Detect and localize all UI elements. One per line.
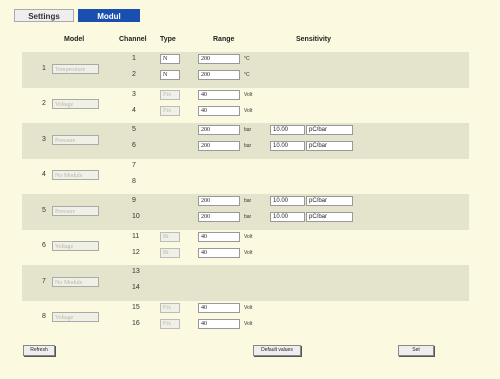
range-unit: °C bbox=[244, 56, 250, 62]
module-block: 8 Voltage 15 Fix 40 Volt 16 Fix 40 Volt bbox=[22, 301, 469, 337]
sensitivity-input[interactable]: 10.00 bbox=[270, 141, 305, 151]
range-input[interactable]: 40 bbox=[198, 105, 240, 116]
module-number: 7 bbox=[42, 277, 46, 285]
sensitivity-input[interactable]: 10.00 bbox=[270, 196, 305, 206]
type-field: Fix bbox=[160, 318, 180, 329]
sensitivity-input[interactable]: 10.00 bbox=[270, 212, 305, 222]
module-number: 8 bbox=[42, 313, 46, 321]
module-number: 2 bbox=[42, 100, 46, 108]
header-range: Range bbox=[213, 36, 235, 43]
range-input[interactable]: 200 bbox=[198, 54, 240, 64]
channel-number: 5 bbox=[132, 126, 136, 133]
module-name-field: Pressure bbox=[52, 205, 99, 216]
sensitivity-unit-field[interactable]: pC/bar bbox=[306, 196, 353, 206]
type-field: Fix bbox=[160, 302, 180, 313]
module-block: 6 Voltage 11 Bi 40 Volt 12 Bi 40 Volt bbox=[22, 230, 469, 266]
channel-number: 14 bbox=[132, 284, 140, 291]
module-name-field: No Module bbox=[52, 276, 99, 287]
range-input[interactable]: 200 bbox=[198, 125, 240, 135]
module-block: 3 Pressure 5 200 bar 10.00 pC/bar 6 200 bar 10.00 p… bbox=[22, 123, 469, 159]
range-input[interactable]: 40 bbox=[198, 231, 240, 242]
range-input[interactable]: 40 bbox=[198, 89, 240, 100]
header-sensitivity: Sensitivity bbox=[296, 36, 332, 43]
range-input[interactable]: 40 bbox=[198, 247, 240, 258]
range-input[interactable]: 200 bbox=[198, 212, 240, 222]
sensitivity-unit-field[interactable]: pC/bar bbox=[306, 125, 353, 135]
header-model: Model bbox=[64, 36, 85, 43]
range-unit: Volt bbox=[244, 107, 253, 114]
tab-modul[interactable]: Modul bbox=[78, 9, 140, 22]
module-name-field: Temperature bbox=[52, 63, 99, 74]
channel-number: 11 bbox=[132, 232, 140, 240]
module-block: 2 Voltage 3 Fix 40 Volt 4 Fix 40 Volt bbox=[22, 88, 469, 124]
module-block: 7 No Module 13 14 bbox=[22, 265, 469, 301]
range-input[interactable]: 200 bbox=[198, 70, 240, 80]
channel-number: 7 bbox=[132, 161, 136, 169]
module-number: 4 bbox=[42, 171, 46, 179]
channel-number: 10 bbox=[132, 213, 140, 220]
header-channel: Channel bbox=[119, 36, 147, 43]
module-name-field: Voltage bbox=[52, 99, 99, 110]
range-input[interactable]: 200 bbox=[198, 196, 240, 206]
channel-number: 4 bbox=[132, 106, 136, 114]
header-type: Type bbox=[160, 36, 176, 43]
type-field: Fix bbox=[160, 89, 180, 100]
channel-number: 2 bbox=[132, 71, 136, 78]
type-field: Fix bbox=[160, 105, 180, 116]
module-name-field: Pressure bbox=[52, 134, 99, 145]
type-field: Bi bbox=[160, 247, 180, 258]
range-unit: Volt bbox=[244, 233, 253, 240]
module-name-field: Voltage bbox=[52, 241, 99, 252]
module-number: 3 bbox=[42, 135, 46, 143]
channel-number: 3 bbox=[132, 90, 136, 98]
range-unit: Volt bbox=[244, 304, 253, 311]
sensitivity-unit-field[interactable]: pC/bar bbox=[306, 141, 353, 151]
range-unit: °C bbox=[244, 72, 250, 78]
range-unit: Volt bbox=[244, 91, 253, 98]
range-unit: Volt bbox=[244, 249, 253, 256]
range-unit: bar bbox=[244, 198, 252, 204]
module-number: 5 bbox=[42, 206, 46, 214]
module-number: 6 bbox=[42, 242, 46, 250]
type-field[interactable]: N bbox=[160, 54, 180, 64]
module-block: 5 Pressure 9 200 bar 10.00 pC/bar 10 200 bar 10.00… bbox=[22, 194, 469, 230]
tab-settings[interactable]: Settings bbox=[14, 9, 74, 22]
channel-number: 15 bbox=[132, 303, 140, 311]
channel-number: 12 bbox=[132, 248, 140, 256]
module-block: 4 No Module 7 8 bbox=[22, 159, 469, 195]
range-unit: bar bbox=[244, 127, 252, 133]
channel-number: 9 bbox=[132, 197, 136, 204]
module-block: 1 Temperature 1 N 200 °C 2 N 200 °C bbox=[22, 52, 469, 88]
type-field: Bi bbox=[160, 231, 180, 242]
module-number: 1 bbox=[42, 64, 46, 72]
range-input[interactable]: 40 bbox=[198, 302, 240, 313]
default-values-button[interactable]: Default values bbox=[253, 345, 301, 356]
tab-bar: Settings Modul bbox=[14, 9, 140, 22]
type-field[interactable]: N bbox=[160, 70, 180, 80]
sensitivity-input[interactable]: 10.00 bbox=[270, 125, 305, 135]
range-input[interactable]: 200 bbox=[198, 141, 240, 151]
range-input[interactable]: 40 bbox=[198, 318, 240, 329]
channel-number: 16 bbox=[132, 319, 140, 327]
range-unit: Volt bbox=[244, 320, 253, 327]
module-name-field: Voltage bbox=[52, 312, 99, 323]
refresh-button[interactable]: Refresh bbox=[23, 345, 55, 356]
module-name-field: No Module bbox=[52, 170, 99, 181]
range-unit: bar bbox=[244, 214, 252, 220]
channel-number: 6 bbox=[132, 142, 136, 149]
range-unit: bar bbox=[244, 143, 252, 149]
sensitivity-unit-field[interactable]: pC/bar bbox=[306, 212, 353, 222]
channel-number: 1 bbox=[132, 55, 136, 62]
channel-number: 13 bbox=[132, 268, 140, 275]
channel-number: 8 bbox=[132, 177, 136, 185]
set-button[interactable]: Set bbox=[398, 345, 434, 356]
